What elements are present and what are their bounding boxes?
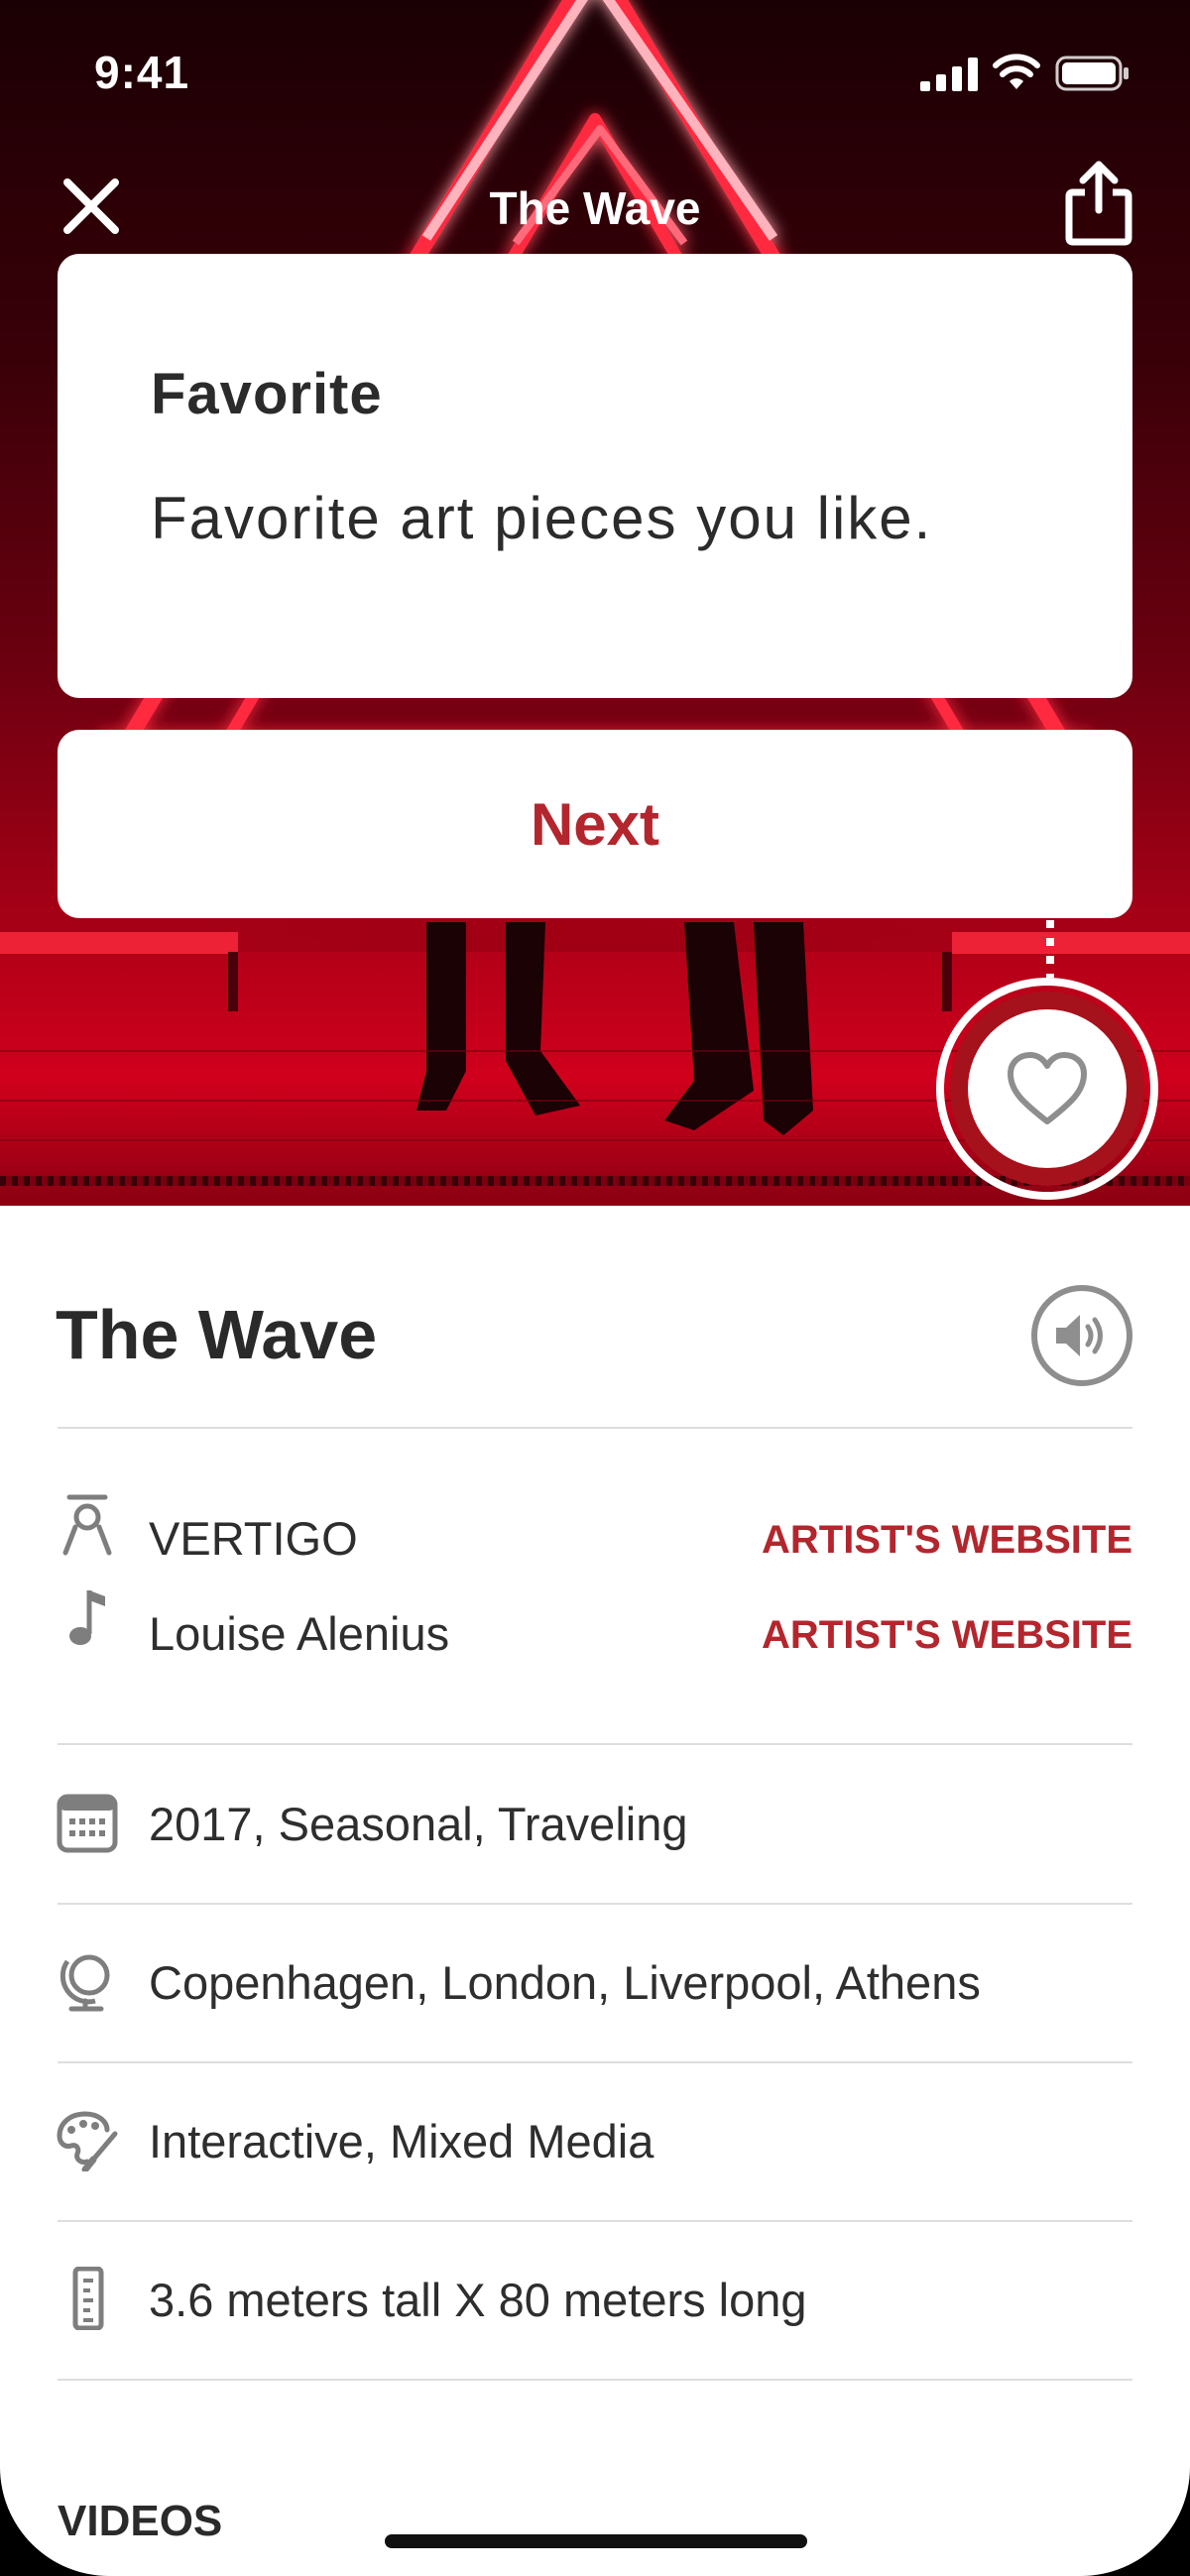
app-screen: 9:41 The Wave Favorite Favorite art piec… [0,0,1190,2576]
share-icon [1065,161,1132,246]
credit-composer-name: Louise Alenius [149,1607,450,1660]
next-button[interactable]: Next [58,730,1132,918]
wifi-icon [993,54,1040,89]
tooltip-title: Favorite [151,362,383,426]
cellular-signal-icon [920,58,978,91]
heart-icon [1008,1052,1087,1124]
artist-icon [62,1494,112,1556]
speaker-icon [1056,1315,1103,1356]
divider [58,2061,1132,2063]
ruler-icon [72,2267,104,2330]
divider [58,2379,1132,2381]
tooltip-pointer-dots [1046,920,1054,978]
status-time: 9:41 [94,47,190,98]
audio-button[interactable] [1031,1285,1132,1386]
globe-icon [60,1954,110,2012]
artist-website-link[interactable]: ARTIST'S WEBSITE [762,1518,1132,1563]
detail-dates: 2017, Seasonal, Traveling [149,1798,688,1850]
music-note-icon [69,1590,105,1645]
favorite-button[interactable] [968,1009,1127,1168]
divider [58,1743,1132,1745]
detail-locations: Copenhagen, London, Liverpool, Athens [149,1956,981,2009]
home-indicator[interactable] [385,2534,807,2548]
palette-icon [57,2111,118,2171]
credit-artist-name: VERTIGO [149,1512,358,1565]
detail-dimensions: 3.6 meters tall X 80 meters long [149,2274,807,2326]
composer-website-link[interactable]: ARTIST'S WEBSITE [762,1613,1132,1658]
battery-icon [1055,56,1129,91]
onboarding-tooltip: Favorite Favorite art pieces you like. [58,254,1132,698]
divider [58,1427,1132,1429]
divider [58,2220,1132,2222]
status-bar: 9:41 [0,0,1190,149]
tooltip-body: Favorite art pieces you like. [151,485,933,551]
videos-section-header: VIDEOS [58,2497,223,2545]
calendar-icon [57,1794,118,1853]
artwork-title: The Wave [56,1296,378,1373]
divider [58,1903,1132,1905]
detail-medium: Interactive, Mixed Media [149,2115,654,2167]
nav-title: The Wave [489,182,701,234]
share-button[interactable] [1059,159,1138,248]
